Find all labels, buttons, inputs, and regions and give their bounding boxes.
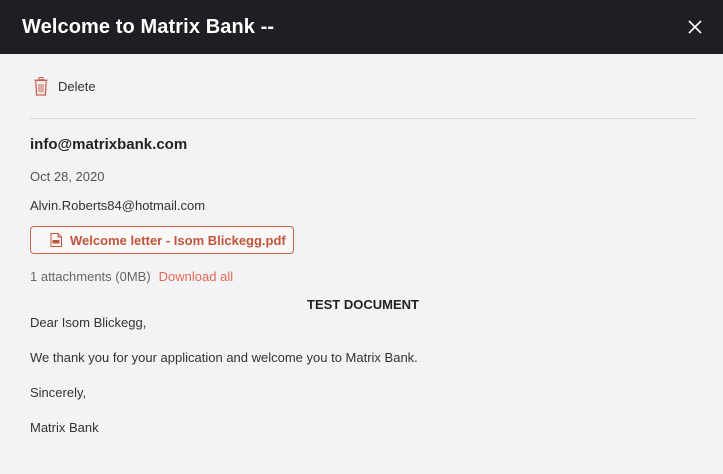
pdf-file-icon bbox=[50, 233, 62, 247]
delete-label: Delete bbox=[58, 78, 96, 94]
email-greeting: Dear Isom Blickegg, bbox=[30, 315, 147, 330]
attachment-name: Welcome letter - Isom Blickegg.pdf bbox=[70, 232, 286, 248]
dialog-title: Welcome to Matrix Bank -- bbox=[22, 15, 275, 38]
email-signature: Matrix Bank bbox=[30, 420, 99, 435]
dialog-header: Welcome to Matrix Bank -- bbox=[0, 0, 723, 54]
document-title: TEST DOCUMENT bbox=[307, 297, 419, 312]
download-all-link[interactable]: Download all bbox=[159, 269, 233, 284]
trash-icon[interactable] bbox=[34, 76, 48, 96]
email-paragraph: We thank you for your application and we… bbox=[30, 350, 418, 365]
email-content: Delete info@matrixbank.com Oct 28, 2020 … bbox=[30, 54, 696, 435]
attachments-count: 1 attachments (0MB) bbox=[30, 269, 151, 284]
close-icon[interactable] bbox=[688, 20, 702, 34]
attachments-info-row: 1 attachments (0MB) Download all bbox=[30, 269, 696, 284]
sender-email: info@matrixbank.com bbox=[30, 136, 188, 153]
recipient-email: Alvin.Roberts84@hotmail.com bbox=[30, 198, 206, 213]
delete-button[interactable]: Delete bbox=[34, 76, 96, 96]
email-date: Oct 28, 2020 bbox=[30, 169, 105, 184]
attachment-chip[interactable]: Welcome letter - Isom Blickegg.pdf bbox=[30, 226, 294, 254]
close-button[interactable] bbox=[685, 17, 705, 37]
email-closing: Sincerely, bbox=[30, 385, 87, 400]
email-toolbar: Delete bbox=[30, 54, 696, 119]
